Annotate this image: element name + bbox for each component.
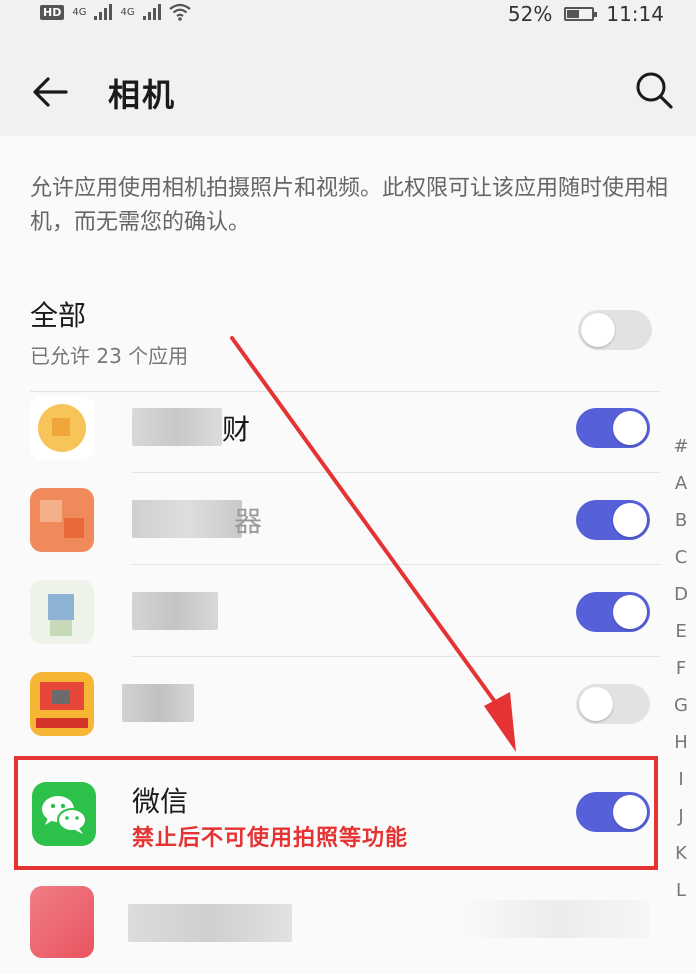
- all-apps-toggle[interactable]: [578, 310, 652, 350]
- app-row[interactable]: 器: [0, 474, 660, 566]
- status-left: HD 4G 4G: [40, 3, 191, 21]
- app-row[interactable]: [0, 566, 660, 658]
- hd-badge: HD: [40, 4, 65, 20]
- alphabet-index-letter[interactable]: D: [674, 576, 688, 613]
- permission-description: 允许应用使用相机拍摄照片和视频。此权限可让该应用随时使用相机，而无需您的确认。: [30, 176, 669, 235]
- alphabet-index-letter[interactable]: F: [676, 650, 686, 687]
- app-row-partial[interactable]: [0, 876, 696, 974]
- alphabet-index-letter[interactable]: J: [678, 798, 683, 835]
- alphabet-index-letter[interactable]: G: [674, 687, 688, 724]
- search-icon: [636, 72, 673, 109]
- app-permission-toggle[interactable]: [576, 684, 650, 724]
- alphabet-index-letter[interactable]: E: [675, 613, 686, 650]
- clock: 11:14: [606, 2, 664, 26]
- all-apps-row[interactable]: 全部 已允许 23 个应用: [0, 286, 660, 374]
- app-row[interactable]: [0, 658, 660, 750]
- status-right: 52% 11:14: [508, 2, 664, 26]
- arrow-left-icon: [33, 77, 68, 107]
- battery-percent: 52%: [507, 2, 553, 26]
- app-icon: [30, 672, 94, 736]
- alphabet-index-letter[interactable]: B: [675, 502, 687, 539]
- blurred-app-name: [132, 408, 222, 446]
- alphabet-index-letter[interactable]: L: [676, 872, 686, 909]
- signal-icon: [142, 4, 161, 20]
- alphabet-index-letter[interactable]: A: [675, 465, 687, 502]
- app-icon: [30, 580, 94, 644]
- app-permission-toggle[interactable]: [576, 500, 650, 540]
- app-permission-toggle[interactable]: [576, 592, 650, 632]
- blurred-app-name: [132, 592, 218, 630]
- blurred-app-name: [128, 904, 292, 942]
- signal-icon: [94, 4, 113, 20]
- app-permission-toggle[interactable]: [576, 408, 650, 448]
- annotation-highlight-box: [14, 756, 658, 870]
- alphabet-index-letter[interactable]: C: [675, 539, 688, 576]
- all-apps-subtitle: 已允许 23 个应用: [30, 344, 189, 368]
- back-button[interactable]: [26, 68, 74, 116]
- app-name-suffix: 财: [222, 413, 251, 446]
- blurred-toggle: [460, 900, 650, 938]
- app-icon: [30, 396, 94, 460]
- alphabet-index[interactable]: # A B C D E F G H I J K L: [670, 428, 692, 909]
- app-name-suffix: 器: [234, 505, 263, 538]
- alphabet-index-letter[interactable]: #: [673, 428, 688, 465]
- battery-icon: [564, 7, 598, 21]
- network-type-2: 4G: [120, 6, 135, 18]
- alphabet-index-letter[interactable]: I: [678, 761, 683, 798]
- title-bar: 相机: [0, 30, 696, 136]
- divider: [132, 564, 660, 565]
- app-icon: [30, 488, 94, 552]
- wifi-icon: [168, 3, 191, 21]
- divider: [132, 472, 660, 473]
- network-type-1: 4G: [72, 6, 87, 18]
- divider: [132, 656, 660, 657]
- alphabet-index-letter[interactable]: K: [675, 835, 687, 872]
- search-button[interactable]: [630, 66, 678, 114]
- blurred-app-name: [122, 684, 194, 722]
- blurred-app-name: [132, 500, 242, 538]
- status-bar: HD 4G 4G 52% 11:14: [0, 0, 696, 30]
- alphabet-index-letter[interactable]: H: [674, 724, 688, 761]
- all-apps-title: 全部: [30, 299, 87, 332]
- page-title: 相机: [108, 76, 177, 114]
- app-row[interactable]: 财: [0, 382, 660, 474]
